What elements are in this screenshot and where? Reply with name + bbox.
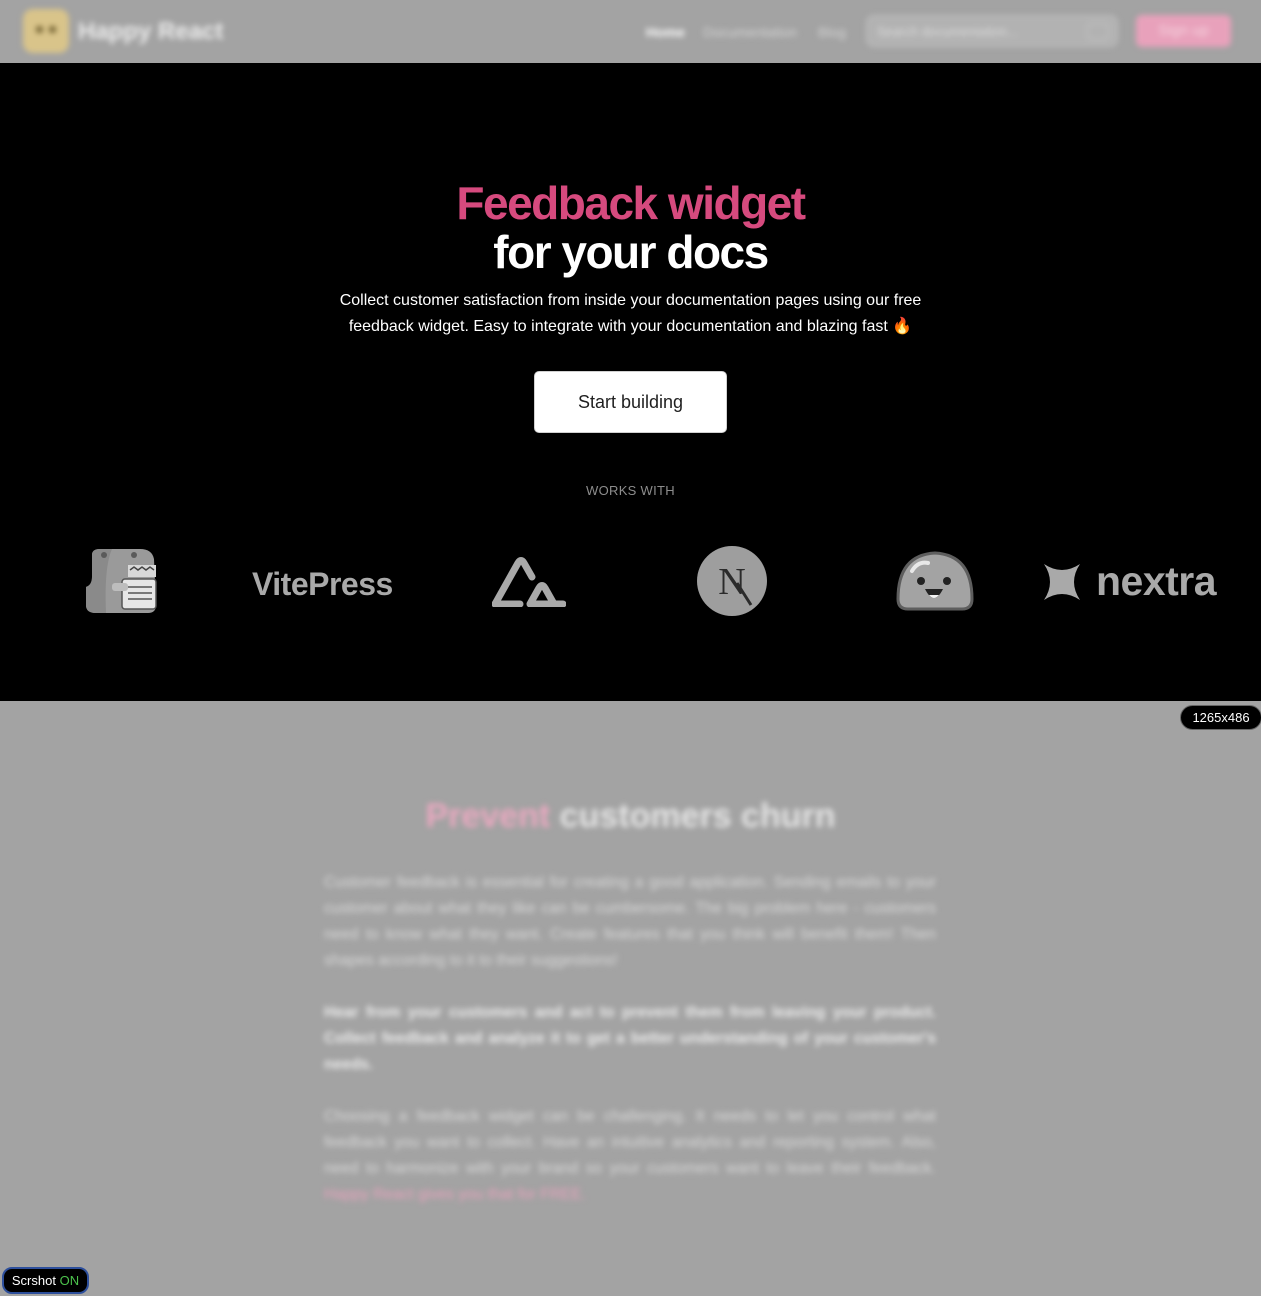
signup-button[interactable]: Sign up	[1136, 15, 1231, 47]
churn-paragraph-3: Choosing a feedback widget can be challe…	[324, 1104, 936, 1208]
churn-title: Prevent customers churn	[0, 797, 1261, 836]
churn-paragraph-2: Hear from your customers and act to prev…	[324, 1004, 936, 1073]
fire-icon: 🔥	[892, 318, 913, 335]
search-input[interactable]: Search documentation...	[866, 15, 1118, 47]
search-placeholder: Search documentation...	[877, 24, 1018, 39]
keyboard-shortcut-icon	[1087, 23, 1109, 40]
nextra-x-icon	[1044, 564, 1080, 600]
nav-home[interactable]: Home	[646, 24, 685, 40]
scrshot-toggle[interactable]: Scrshot ON	[2, 1267, 89, 1294]
vitepress-logo: VitePress	[252, 566, 393, 602]
churn-paragraph-1: Customer feedback is essential for creat…	[324, 874, 936, 969]
nav-documentation[interactable]: Documentation	[703, 24, 797, 40]
docusaurus-dinosaur-icon	[86, 549, 157, 613]
nextjs-logo: N	[697, 546, 767, 616]
churn-title-rest: customers churn	[559, 797, 836, 835]
site-header: Happy React Home Documentation Blog Sear…	[0, 0, 1261, 63]
start-building-button[interactable]: Start building	[534, 371, 727, 433]
happy-cat-logo-icon[interactable]	[23, 9, 69, 53]
works-with-label: WORKS WITH	[586, 483, 675, 498]
hero-title-accent: Feedback widget	[456, 177, 806, 229]
churn-paragraph-3-text: Choosing a feedback widget can be challe…	[324, 1108, 936, 1177]
churn-section: Prevent customers churn Customer feedbac…	[0, 701, 1261, 1296]
free-link[interactable]: Happy React gives you that for FREE.	[324, 1186, 586, 1203]
hero-subtitle-text: Collect customer satisfaction from insid…	[339, 292, 922, 335]
hero-section: Feedback widget for your docs Collect cu…	[0, 63, 1261, 701]
churn-title-accent: Prevent	[425, 797, 551, 835]
hero-subtitle: Collect customer satisfaction from insid…	[320, 288, 941, 340]
nav-blog[interactable]: Blog	[818, 24, 846, 40]
scrshot-state: ON	[59, 1273, 80, 1288]
nextjs-letter: N	[718, 561, 745, 603]
hero-title: for your docs	[493, 226, 769, 278]
scrshot-label: Scrshot	[11, 1273, 56, 1288]
viewport-size-badge: 1265x486	[1180, 705, 1261, 730]
nuxt-mountain-icon	[492, 557, 566, 607]
happy-blob-icon	[896, 551, 974, 611]
nextra-logo: nextra	[1096, 558, 1217, 604]
brand-name[interactable]: Happy React	[78, 18, 223, 46]
